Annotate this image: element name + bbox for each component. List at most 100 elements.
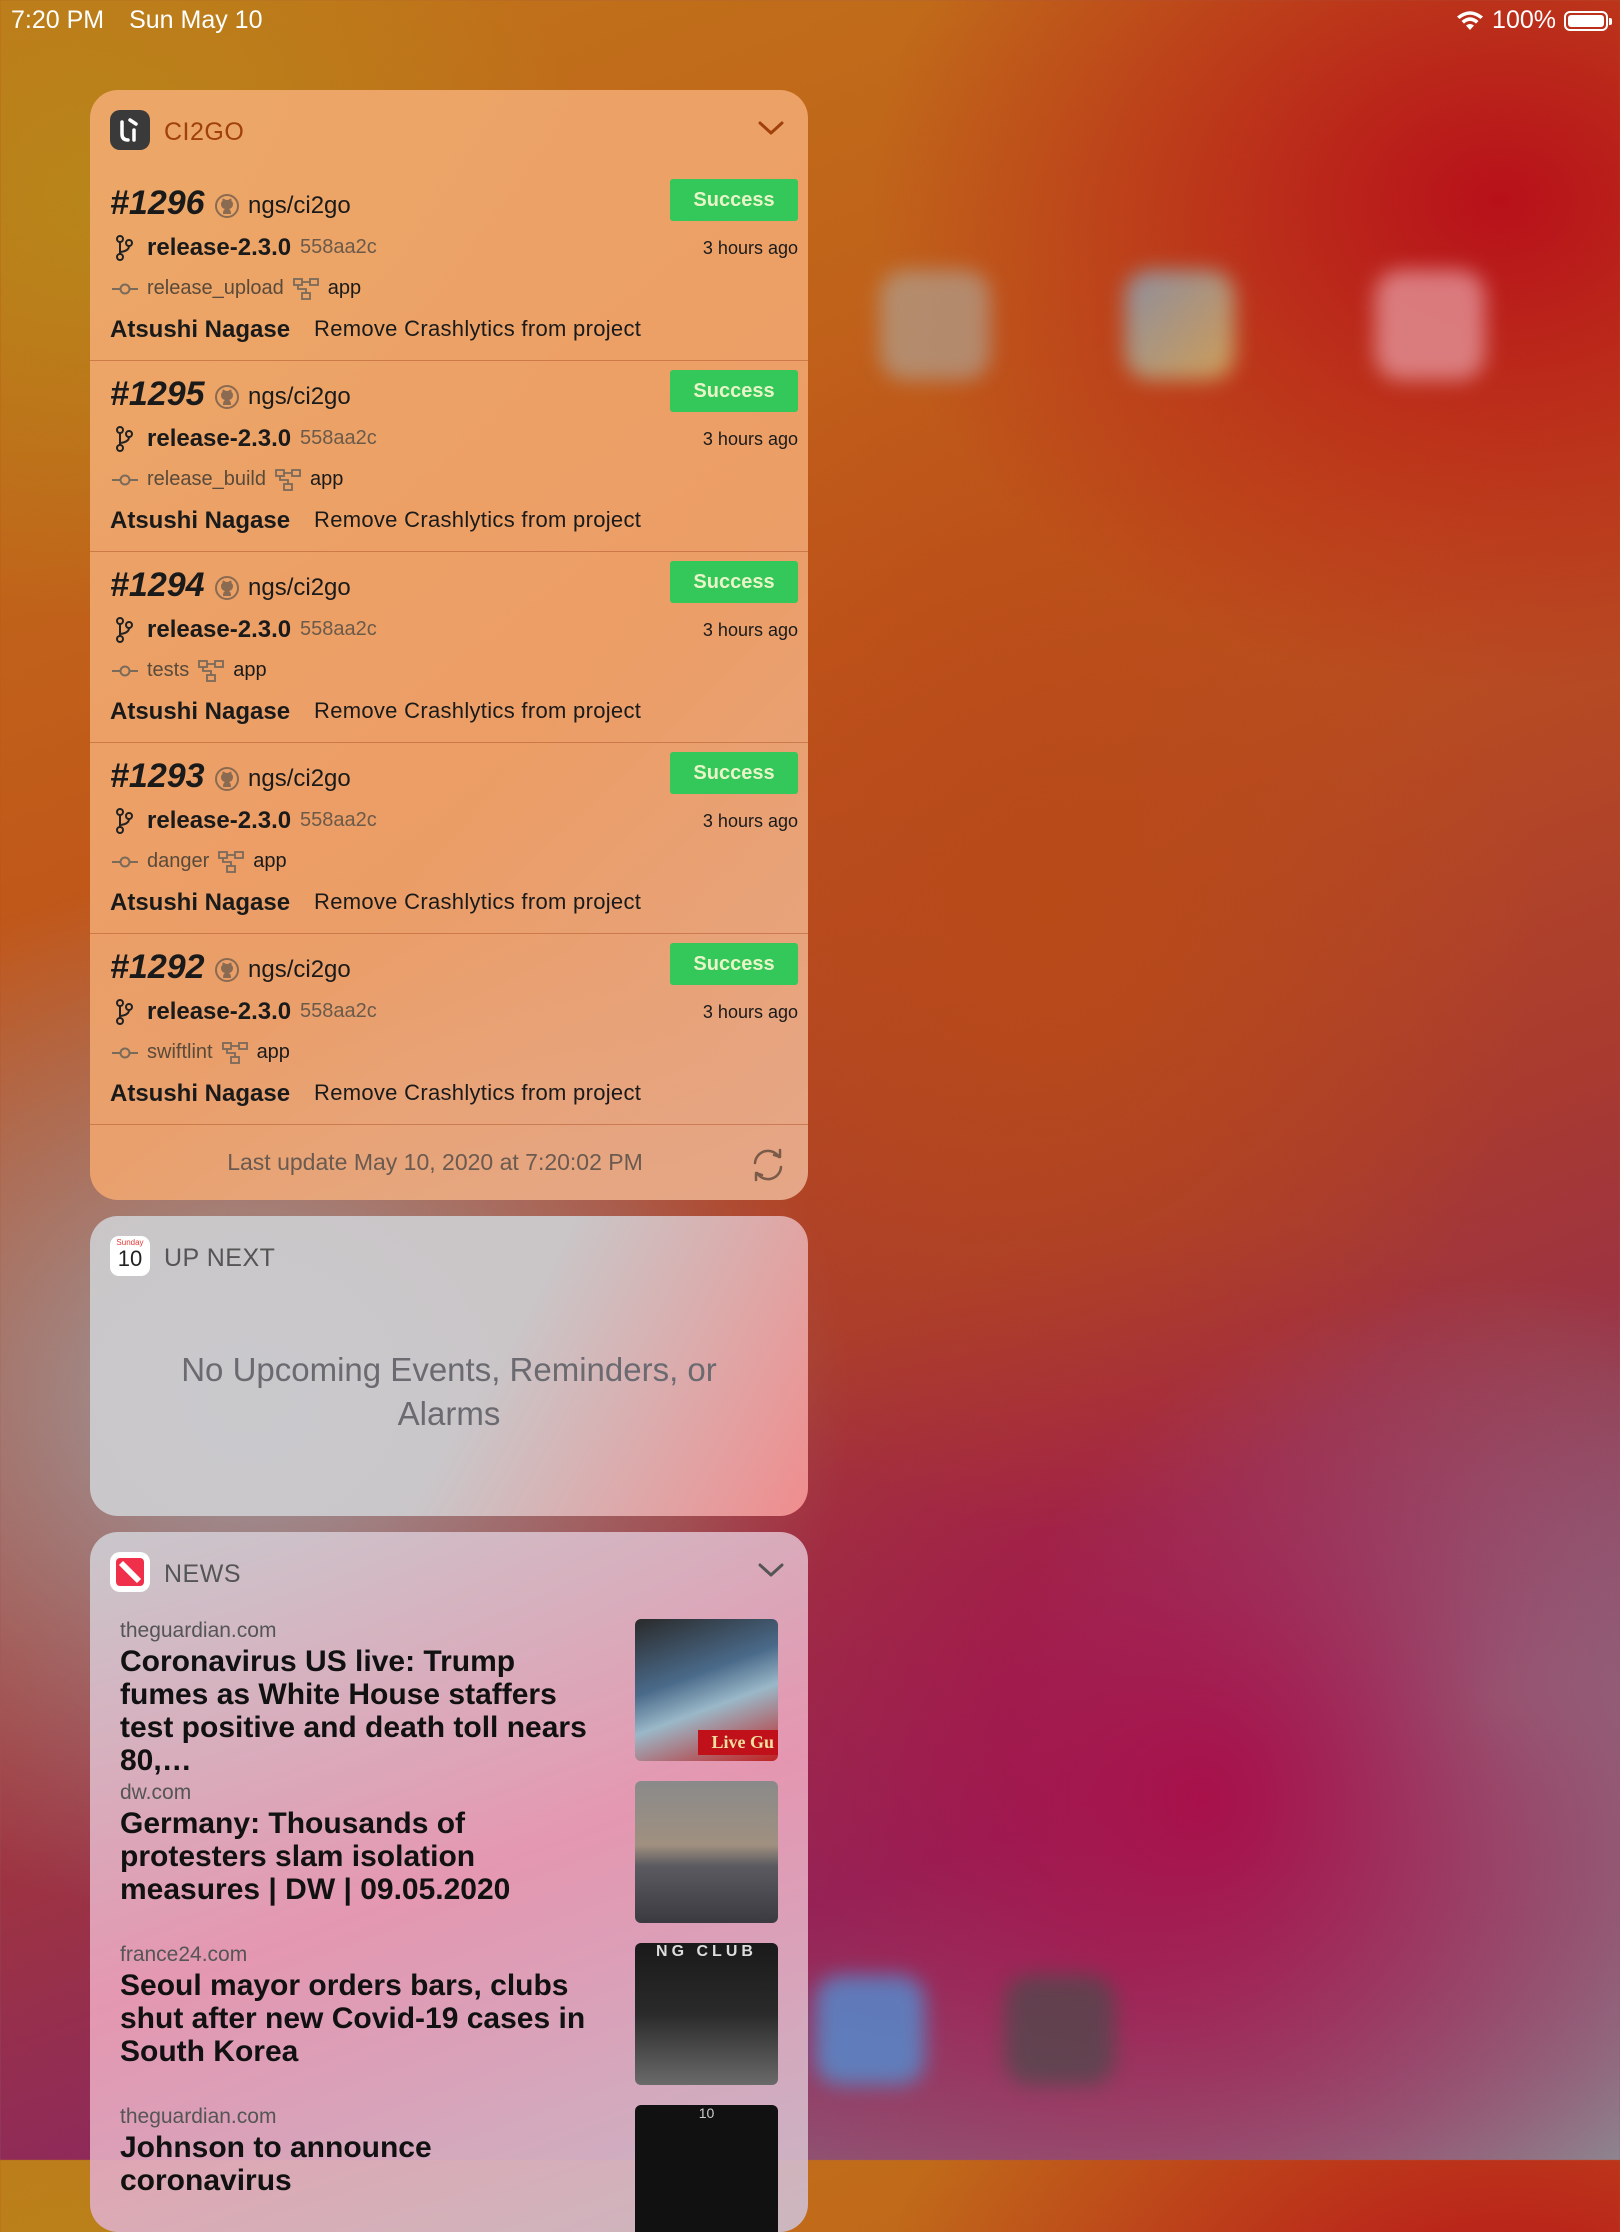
workflow-icon [221, 1041, 249, 1070]
news-thumbnail: 10 [635, 2105, 778, 2232]
branch-name: release-2.3.0 [147, 616, 292, 643]
news-item[interactable]: dw.com Germany: Thousands of protesters … [120, 1781, 778, 1923]
workflow-name: app [253, 850, 287, 872]
news-item[interactable]: theguardian.com Coronavirus US live: Tru… [120, 1619, 778, 1777]
branch-icon [114, 616, 134, 649]
job-name: release_build [147, 468, 266, 490]
workflow-name: app [309, 468, 344, 490]
news-headline: Johnson to announce coronavirus [120, 2131, 432, 2197]
build-row[interactable]: #1292 ngs/ci2go Success release-2.3.0 558aa2… [90, 934, 808, 1125]
widget-title: UP NEXT [164, 1244, 276, 1272]
commit-icon [112, 855, 138, 874]
github-icon [214, 193, 240, 224]
thumbnail-caption: Live Gu [698, 1730, 778, 1755]
workflow-icon [217, 850, 245, 879]
ci2go-footer: Last update May 10, 2020 at 7:20:02 PM [90, 1125, 808, 1200]
repo-name: ngs/ci2go [248, 192, 351, 219]
blurred-dock-icon [1005, 1975, 1115, 2085]
news-app-icon [110, 1552, 150, 1592]
branch-icon [114, 998, 134, 1031]
widget-title: CI2GO [164, 118, 245, 146]
news-thumbnail: Live Gu [635, 1619, 778, 1761]
build-number: #1293 [110, 757, 205, 795]
workflow-name: app [256, 1041, 290, 1063]
branch-icon [114, 807, 134, 840]
commit-author: Atsushi Nagase [110, 698, 291, 725]
commit-message: Remove Crashlytics from project [314, 698, 642, 723]
commit-message: Remove Crashlytics from project [314, 507, 642, 532]
calendar-app-icon: Sunday 10 [110, 1236, 150, 1276]
blurred-dock-icon [815, 1975, 925, 2085]
github-icon [214, 575, 240, 606]
workflow-icon [292, 277, 320, 306]
thumbnail-caption: NG CLUB [656, 1943, 757, 1960]
build-row[interactable]: #1296 ngs/ci2go Success release-2.3.0 558aa2… [90, 170, 808, 361]
status-badge: Success [670, 752, 798, 794]
chevron-down-icon[interactable] [758, 120, 784, 136]
news-header: NEWS [90, 1532, 808, 1612]
commit-author: Atsushi Nagase [110, 316, 291, 343]
ci2go-app-icon [110, 110, 150, 150]
commit-sha: 558aa2c [300, 618, 377, 640]
branch-name: release-2.3.0 [147, 807, 292, 834]
github-icon [214, 384, 240, 415]
status-badge: Success [670, 370, 798, 412]
status-badge: Success [670, 943, 798, 985]
build-time: 3 hours ago [702, 620, 798, 640]
battery-icon [1564, 10, 1612, 31]
commit-author: Atsushi Nagase [110, 507, 291, 534]
widget-title: NEWS [164, 1560, 241, 1588]
workflow-name: app [327, 277, 362, 299]
job-name: tests [147, 659, 190, 681]
ci2go-header: CI2GO [90, 90, 808, 170]
commit-icon [112, 1046, 138, 1065]
build-time: 3 hours ago [702, 1002, 798, 1022]
build-number: #1292 [110, 948, 205, 986]
blurred-app-icon [880, 270, 990, 380]
chevron-down-icon[interactable] [758, 1562, 784, 1578]
workflow-icon [274, 468, 302, 497]
upnext-header: Sunday 10 UP NEXT [90, 1216, 808, 1296]
ci2go-widget: CI2GO #1296 ngs/ci2go Success release-2.3.0… [90, 90, 808, 1200]
job-name: danger [147, 850, 210, 872]
news-item[interactable]: france24.com Seoul mayor orders bars, cl… [120, 1943, 778, 2085]
empty-message: No Upcoming Events, Reminders, or Alarms [181, 1351, 717, 1432]
repo-name: ngs/ci2go [248, 765, 351, 792]
last-update-text: Last update May 10, 2020 at 7:20:02 PM [227, 1149, 643, 1175]
job-name: release_upload [147, 277, 284, 299]
build-number: #1295 [110, 375, 205, 413]
news-item[interactable]: theguardian.com Johnson to announce coro… [120, 2105, 778, 2232]
refresh-icon[interactable] [748, 1145, 788, 1185]
build-number: #1294 [110, 566, 205, 604]
commit-icon [112, 282, 138, 301]
commit-sha: 558aa2c [300, 236, 377, 258]
branch-name: release-2.3.0 [147, 234, 292, 261]
blurred-app-icon [1375, 270, 1485, 380]
commit-message: Remove Crashlytics from project [314, 1080, 642, 1105]
build-row[interactable]: #1294 ngs/ci2go Success release-2.3.0 558aa2… [90, 552, 808, 743]
blurred-app-icon [1125, 270, 1235, 380]
commit-icon [112, 473, 138, 492]
thumbnail-caption: 10 [698, 2105, 715, 2121]
workflow-name: app [233, 659, 267, 681]
github-icon [214, 766, 240, 797]
commit-icon [112, 664, 138, 683]
branch-name: release-2.3.0 [147, 998, 292, 1025]
branch-name: release-2.3.0 [147, 425, 292, 452]
commit-message: Remove Crashlytics from project [314, 316, 642, 341]
repo-name: ngs/ci2go [248, 956, 351, 983]
build-time: 3 hours ago [702, 811, 798, 831]
status-badge: Success [670, 179, 798, 221]
build-time: 3 hours ago [702, 238, 798, 258]
status-time: 7:20 PM [11, 6, 105, 34]
news-thumbnail: NG CLUB [635, 1943, 778, 2085]
branch-icon [114, 234, 134, 267]
news-headline: Germany: Thousands of protesters slam is… [120, 1807, 511, 1906]
status-bar: 7:20 PM Sun May 10 100% [0, 0, 1620, 40]
build-row[interactable]: #1293 ngs/ci2go Success release-2.3.0 558aa2… [90, 743, 808, 934]
battery-percent: 100% [1492, 6, 1556, 34]
build-time: 3 hours ago [702, 429, 798, 449]
commit-sha: 558aa2c [300, 427, 377, 449]
build-row[interactable]: #1295 ngs/ci2go Success release-2.3.0 558aa2… [90, 361, 808, 552]
wifi-icon [1457, 10, 1484, 30]
